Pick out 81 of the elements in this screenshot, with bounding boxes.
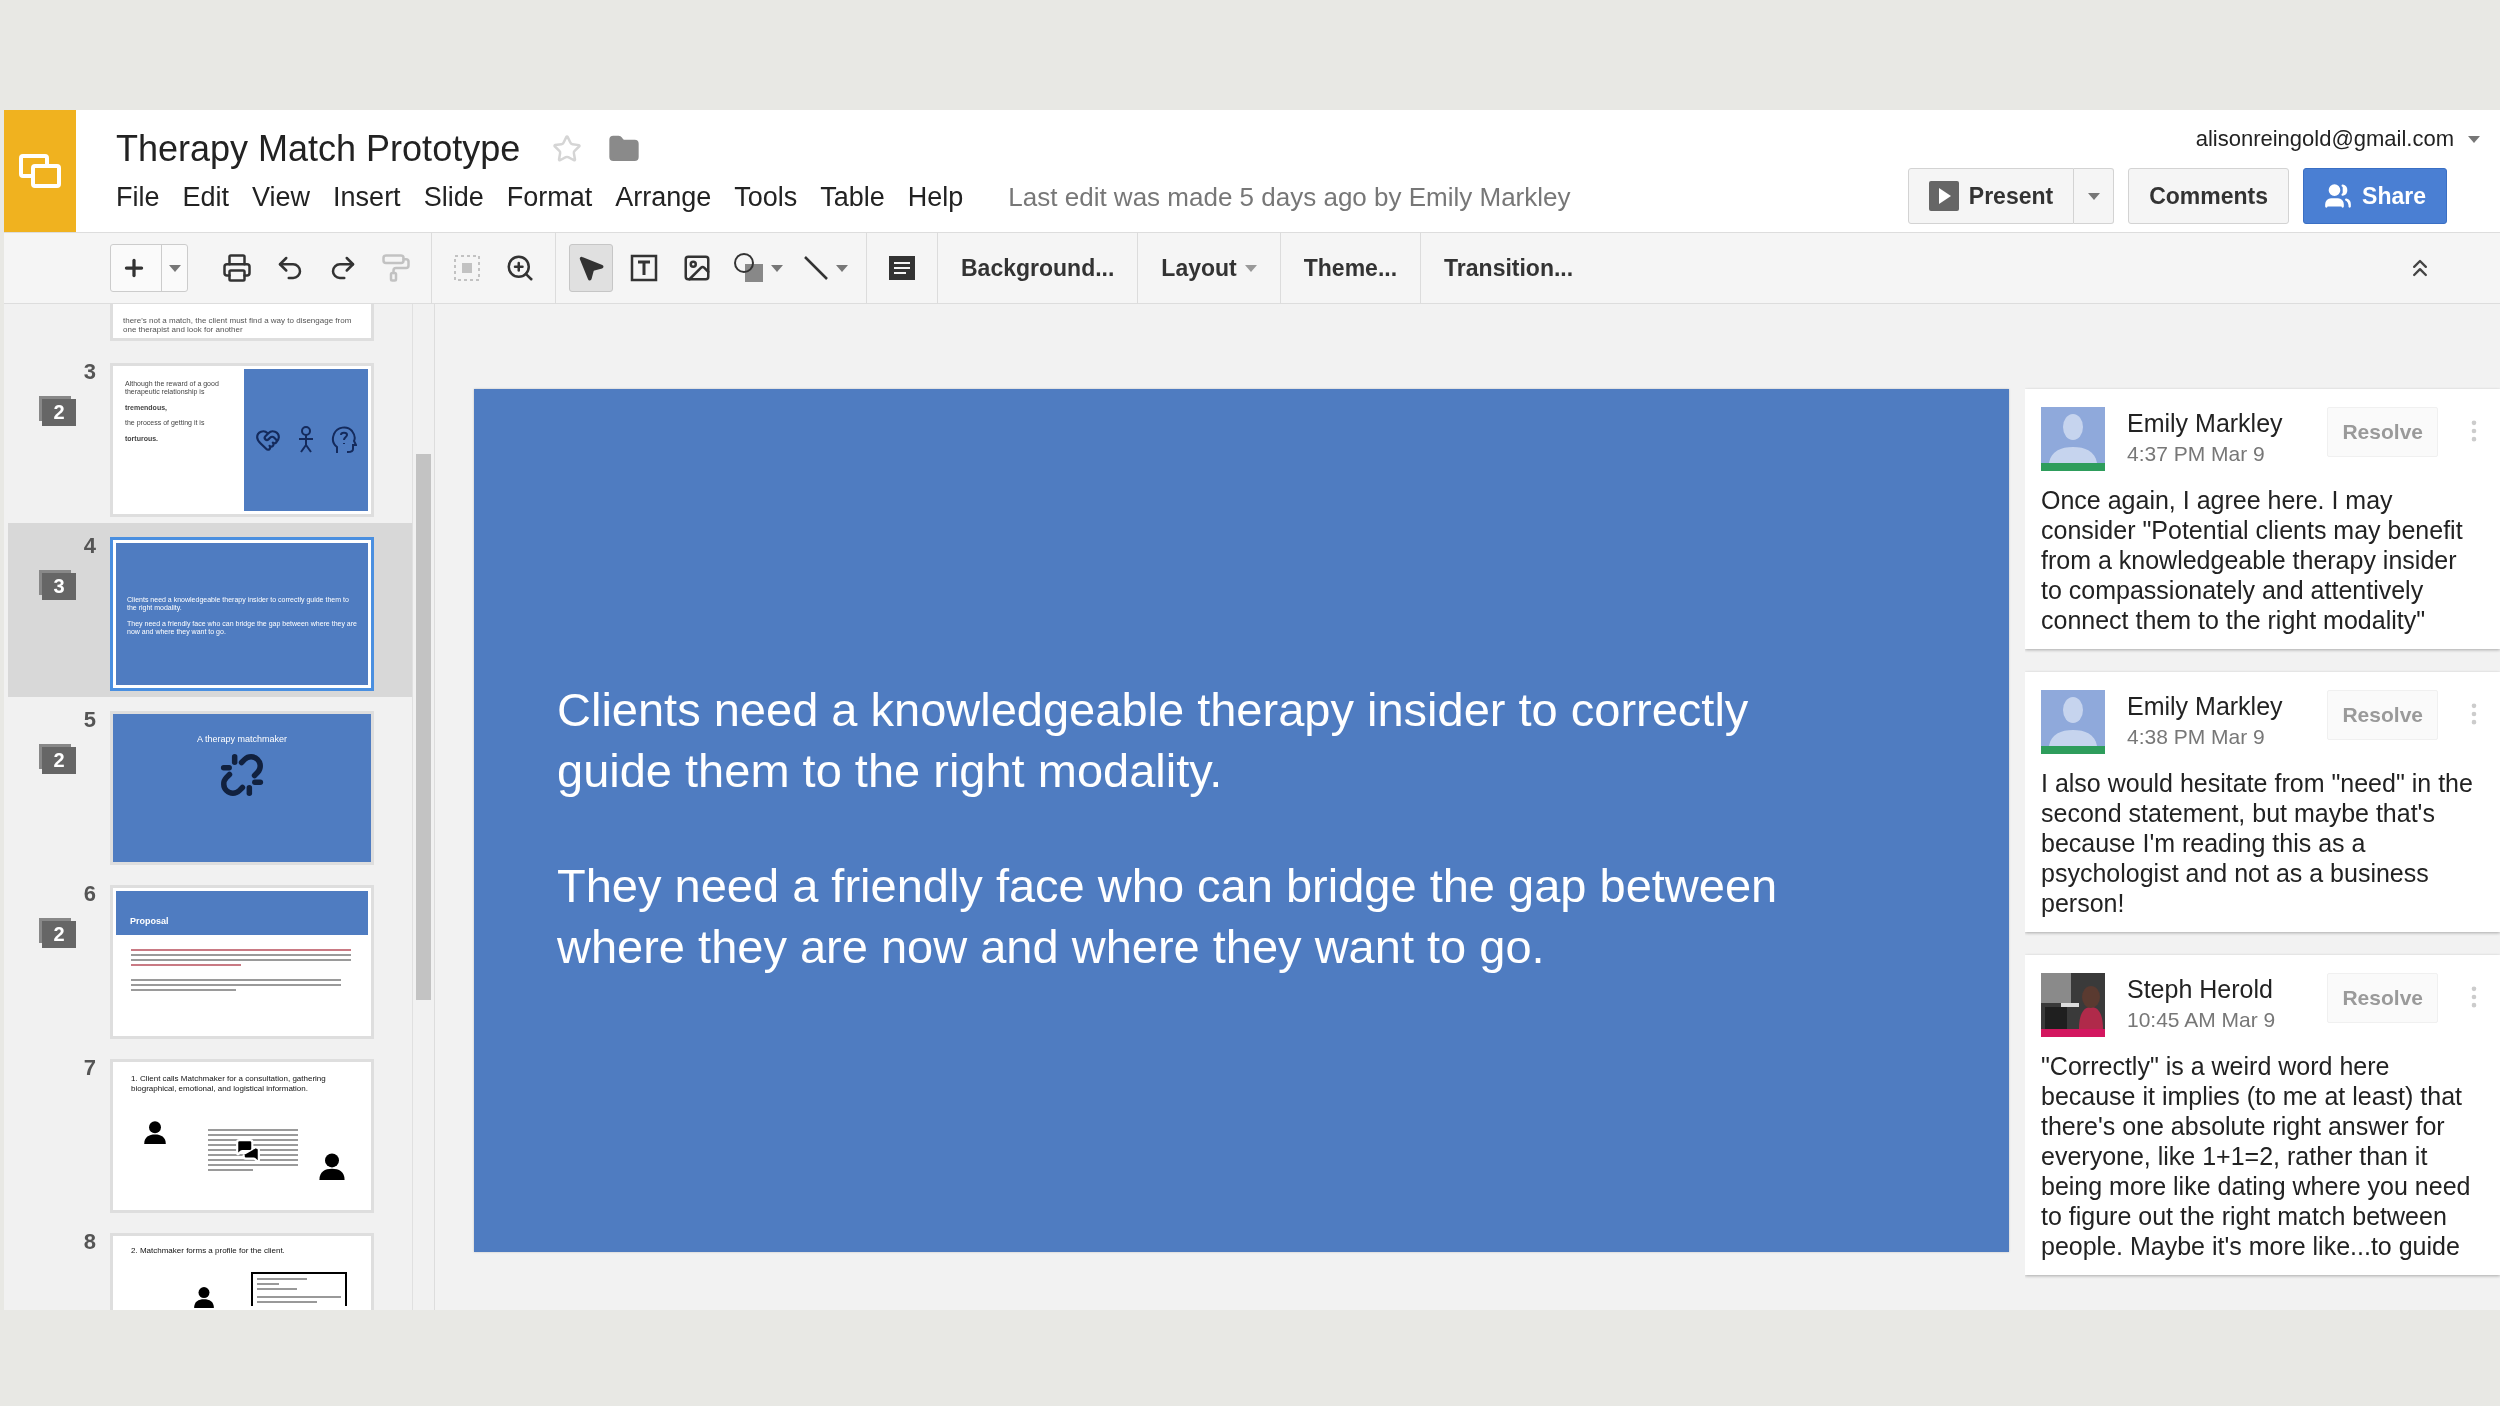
comment-author: Emily Markley [2127,409,2284,438]
thumbnail-text: 2. Matchmaker forms a profile for the client. [131,1246,286,1256]
account-email[interactable]: alisonreingold@gmail.com [2195,126,2454,152]
comment-author: Steph Herold [2127,975,2274,1004]
menu-item[interactable]: Table [820,182,899,213]
person-icon [143,1120,167,1144]
people-icon [2324,182,2353,210]
menu-item[interactable]: File [116,182,174,213]
menu-item[interactable]: Help [907,182,978,213]
comment-icon [887,253,917,283]
print-icon [222,253,252,283]
menu-item[interactable]: Format [506,182,607,213]
slide-thumbnail[interactable]: A therapy matchmaker [110,711,374,865]
avatar-icon [2041,407,2105,463]
comment-author: Emily Markley [2127,692,2284,721]
image-icon [682,253,712,283]
menu-item[interactable]: Edit [182,182,244,213]
comment-count-badge[interactable]: 2 [42,399,76,426]
comment-text: "Correctly" is a weird word here because it implies (to me at least) that there's one absolute right answer for everyone, like 1+1=2, rather than it being more like dating where you need to figure out the right match between people. Maybe it's more like...to guide [2041,1051,2472,1261]
slide-thumbnail[interactable]: there's not a match, the client must find a way to disengage from one therapist and look for another [110,304,374,341]
caret-icon [168,264,181,272]
comment-count-badge[interactable]: 2 [42,747,76,774]
toolbar-menu-button[interactable]: Background... [951,244,1125,292]
caret-icon [2087,192,2100,200]
comment-time: 4:38 PM Mar 9 [2127,725,2266,749]
star-icon[interactable] [552,134,583,164]
slide-number: 6 [83,881,96,907]
slide-text[interactable]: Clients need a knowledgeable therapy insider to correctly guide them to the right modality. [557,679,1847,801]
slide-thumbnail[interactable]: Proposal [110,885,374,1039]
toolbar-menu-button[interactable]: Theme... [1293,244,1408,292]
slide-number: 3 [83,359,96,385]
comment-text: Once again, I agree here. I may consider "Potential clients may benefit from a knowledgeable therapy insider to compassionately and attentively connect them to the right modality" [2041,485,2464,635]
present-button[interactable]: Present [1907,168,2075,224]
thumbnail-text: 1. Client calls Matchmaker for a consultation, gathering biographical, emotional, and logistical information. [131,1074,327,1094]
slide-number: 5 [83,707,96,733]
comment-time: 4:37 PM Mar 9 [2127,442,2266,466]
person-icon [193,1286,215,1308]
slide-thumbnail[interactable]: 2. Matchmaker forms a profile for the client. [110,1233,374,1310]
speech-bubbles-icon [235,1138,261,1164]
comment-time: 10:45 AM Mar 9 [2127,1008,2277,1032]
slide-thumbnail[interactable]: 1. Client calls Matchmaker for a consultation, gathering biographical, emotional, and logistical information. [110,1059,374,1213]
menu-item[interactable]: Arrange [615,182,726,213]
caret-icon [2468,135,2480,143]
comment-count-badge[interactable]: 3 [42,573,76,600]
toolbar-menu-button[interactable]: Transition... [1434,244,1584,292]
paint-roller-icon [381,253,411,283]
textbox-icon [629,253,659,283]
shape-icon [733,252,765,284]
share-button[interactable]: Share [2303,168,2447,224]
avatar-icon [2041,690,2105,746]
person-icon [318,1152,346,1180]
caret-icon [771,264,783,272]
dashed-frame-icon [452,253,482,283]
new-slide-button[interactable] [110,244,188,292]
menu-item[interactable]: Tools [734,182,812,213]
head-question-icon [331,425,358,455]
broken-link-icon [220,752,264,797]
menu-item[interactable]: Slide [423,182,498,213]
toolbar-menu-button[interactable]: Layout [1151,244,1267,292]
thumbnail-title: Proposal [130,916,169,927]
play-icon [1928,181,1959,211]
last-edit-link[interactable]: Last edit was made 5 days ago by Emily Markley [1008,182,1571,213]
document-title[interactable]: Therapy Match Prototype [116,128,521,170]
comment-text: I also would hesitate from "need" in the second statement, but maybe that's because I'm reading this as a psychologist and not as a business person! [2041,768,2474,918]
slide-number: 4 [83,533,96,559]
slides-icon [18,153,62,189]
scrollbar[interactable] [416,454,431,1000]
menu-item[interactable]: View [252,182,325,213]
slide-number: 7 [83,1055,96,1081]
thumbnail-title: A therapy matchmaker [196,734,287,745]
zoom-icon [505,253,535,283]
slide-number: 8 [83,1229,96,1255]
menu-item[interactable]: Insert [333,182,415,213]
comment-count-badge[interactable]: 2 [42,921,76,948]
thumbnail-text: there's not a match, the client must find a way to disengage from one therapist and look for another [123,315,353,335]
line-icon [802,254,830,282]
select-tool-button[interactable] [569,244,613,292]
slide-text[interactable]: They need a friendly face who can bridge the gap between where they are now and where they want to go. [557,855,1847,977]
caret-icon [1244,264,1257,272]
caret-icon [836,264,848,272]
comments-button[interactable]: Comments [2128,168,2290,224]
